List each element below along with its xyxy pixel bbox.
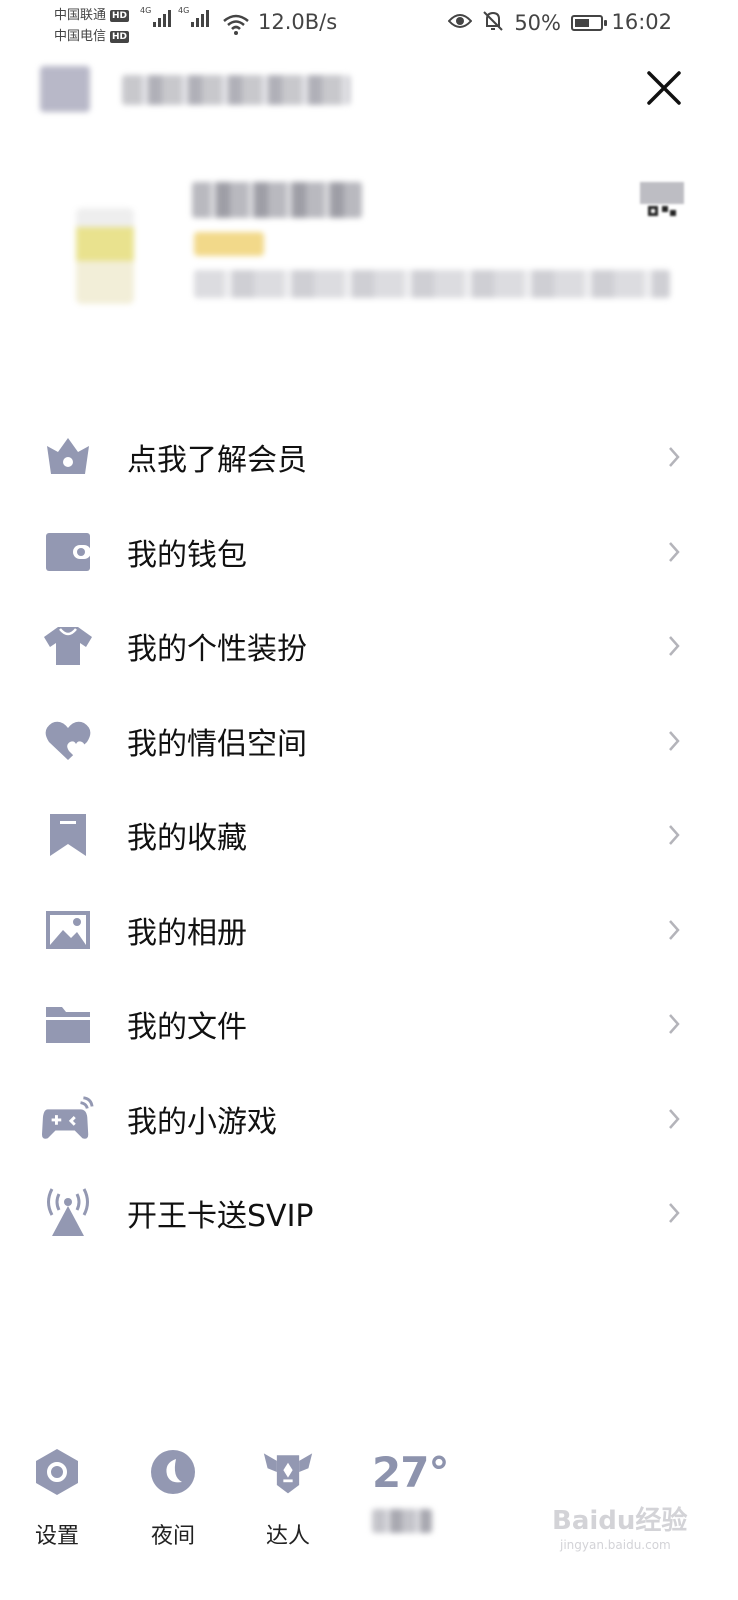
chevron-right-icon	[664, 1010, 684, 1038]
menu-item-couple-space[interactable]: 我的情侣空间	[0, 694, 738, 789]
picture-icon	[42, 904, 94, 956]
menu-item-label: 我的相册	[127, 915, 247, 951]
menu-item-label: 开王卡送SVIP	[127, 1199, 314, 1235]
avatar[interactable]	[76, 208, 134, 304]
menu-list: 点我了解会员 我的钱包 我的个性装扮 我的情侣空间 我的收藏 我的相册 我的文件…	[0, 410, 738, 1261]
mute-bell-icon	[482, 10, 504, 36]
menu-item-wallet[interactable]: 我的钱包	[0, 505, 738, 600]
carrier-info: 中国联通 HD 中国电信 HD	[54, 5, 130, 47]
signal-strength-icon: 4G	[140, 6, 171, 27]
chevron-right-icon	[664, 538, 684, 566]
status-bar: 中国联通 HD 中国电信 HD 4G 4G 12.0B/s 50% 16:02	[0, 0, 738, 50]
close-icon	[647, 71, 681, 105]
signal-icons: 4G 4G	[140, 6, 209, 27]
account-name[interactable]	[122, 75, 350, 105]
gamepad-icon	[42, 1093, 94, 1145]
tshirt-icon	[42, 620, 94, 672]
menu-item-files[interactable]: 我的文件	[0, 977, 738, 1072]
settings-label: 设置	[34, 1524, 79, 1549]
chevron-right-icon	[664, 1199, 684, 1227]
menu-item-mini-games[interactable]: 我的小游戏	[0, 1072, 738, 1167]
signal-strength-icon: 4G	[178, 6, 209, 27]
baidu-watermark: Baidu经验	[552, 1506, 688, 1536]
network-speed: 12.0B/s	[258, 10, 338, 34]
battery-icon	[571, 15, 607, 31]
hd-badge: HD	[110, 9, 130, 22]
menu-item-label: 我的情侣空间	[127, 726, 307, 762]
folder-icon	[42, 998, 94, 1050]
expert-button[interactable]: 达人	[243, 1446, 333, 1550]
level-badge	[194, 232, 264, 256]
menu-item-favorites[interactable]: 我的收藏	[0, 788, 738, 883]
chevron-right-icon	[664, 1105, 684, 1133]
menu-item-label: 我的收藏	[127, 821, 247, 857]
chevron-right-icon	[664, 821, 684, 849]
wallet-icon	[42, 526, 94, 578]
eye-icon	[447, 11, 473, 35]
carrier-1: 中国联通	[54, 8, 107, 23]
menu-item-label: 点我了解会员	[127, 443, 307, 479]
night-mode-button[interactable]: 夜间	[128, 1446, 218, 1550]
night-label: 夜间	[150, 1524, 195, 1549]
menu-item-king-card[interactable]: 开王卡送SVIP	[0, 1166, 738, 1261]
carrier-2: 中国电信	[54, 29, 107, 44]
baidu-watermark-url: jingyan.baidu.com	[560, 1538, 671, 1552]
menu-item-label: 我的小游戏	[127, 1104, 277, 1140]
menu-item-label: 我的个性装扮	[127, 632, 307, 668]
crown-icon	[42, 431, 94, 483]
menu-item-vip[interactable]: 点我了解会员	[0, 410, 738, 505]
profile-nickname[interactable]	[192, 182, 362, 218]
weather-widget[interactable]: 27°	[372, 1448, 462, 1533]
menu-item-label: 我的钱包	[127, 537, 247, 573]
weather-city	[372, 1509, 432, 1533]
gear-icon	[31, 1446, 83, 1498]
menu-item-album[interactable]: 我的相册	[0, 883, 738, 978]
profile-signature[interactable]	[194, 270, 670, 298]
signal-tower-icon	[42, 1187, 94, 1239]
battery-percent: 50%	[514, 11, 561, 35]
chevron-right-icon	[664, 727, 684, 755]
moon-icon	[147, 1446, 199, 1498]
clock: 16:02	[611, 10, 672, 34]
wifi-icon	[222, 13, 250, 39]
hd-badge: HD	[110, 30, 130, 43]
menu-item-label: 我的文件	[127, 1010, 247, 1046]
expert-label: 达人	[265, 1524, 310, 1549]
chevron-right-icon	[664, 632, 684, 660]
bookmark-icon	[42, 809, 94, 861]
menu-item-theme[interactable]: 我的个性装扮	[0, 599, 738, 694]
chevron-right-icon	[664, 443, 684, 471]
winged-badge-icon	[262, 1446, 314, 1498]
account-avatar[interactable]	[40, 66, 90, 112]
close-button[interactable]	[640, 64, 688, 112]
status-right: 50%	[447, 10, 607, 36]
chevron-right-icon	[664, 916, 684, 944]
settings-button[interactable]: 设置	[12, 1446, 102, 1550]
heart-icon	[42, 715, 94, 767]
qr-code-icon[interactable]	[640, 182, 684, 220]
temperature: 27°	[372, 1448, 449, 1497]
